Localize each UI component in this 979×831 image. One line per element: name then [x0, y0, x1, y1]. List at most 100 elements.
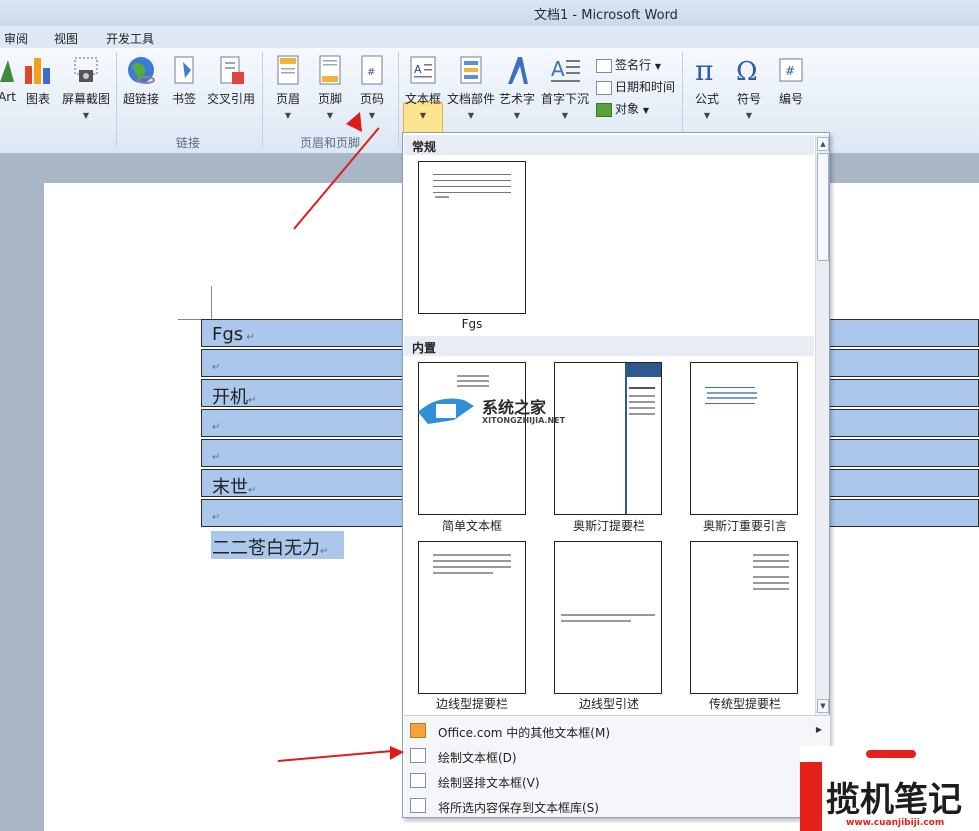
crossref-icon [220, 56, 244, 84]
datetime-button[interactable]: 日期和时间 [596, 78, 675, 96]
signature-dropdown-icon: ▼ [654, 62, 661, 71]
gallery-scrollbar[interactable]: ▲ ▼ [815, 135, 829, 715]
number-button[interactable]: # 编号 [772, 54, 810, 134]
header-button[interactable]: 页眉 ▼ [270, 54, 306, 134]
crossref-button[interactable]: 交叉引用 [204, 54, 258, 134]
gallery-thumb-edge-quote[interactable] [554, 541, 662, 694]
thumb-sidebar [625, 363, 661, 514]
thumb-text [433, 554, 511, 556]
gallery-thumb-edge-sidebar[interactable] [418, 541, 526, 694]
gallery-thumb-austin-sidebar[interactable] [554, 362, 662, 515]
symbol-button[interactable]: Ω 符号 ▼ [730, 54, 768, 134]
paragraph-text[interactable]: 二二苍白无力↵ [212, 534, 328, 560]
thumb-text [629, 401, 655, 403]
hyperlink-label: 超链接 [122, 92, 159, 106]
gallery-thumb-fgs[interactable] [418, 161, 526, 314]
wordart-label: 艺术字 [498, 92, 535, 106]
gallery-label-edge-sidebar: 边线型提要栏 [435, 697, 508, 711]
table-cell[interactable]: ↵ [212, 354, 220, 375]
scroll-up-icon[interactable]: ▲ [817, 137, 829, 151]
gallery-label-traditional-sidebar: 传统型提要栏 [708, 697, 781, 711]
thumb-text [707, 397, 757, 399]
gallery-label-edge-quote: 边线型引述 [578, 697, 639, 711]
thumb-line [433, 186, 511, 187]
menu-item-save-selection[interactable]: 将所选内容保存到文本框库(S) [404, 794, 830, 818]
scroll-down-icon[interactable]: ▼ [817, 699, 829, 713]
thumb-text [457, 380, 489, 382]
number-label: 编号 [778, 92, 803, 106]
bookmark-button[interactable]: 书签 [166, 54, 202, 134]
thumb-line [433, 174, 511, 175]
footer-label: 页脚 [317, 92, 342, 106]
watermark-site-url: XITONGZHIJIA.NET [482, 416, 566, 425]
thumb-text [457, 385, 489, 387]
gallery-menu: Office.com 中的其他文本框(M) ▶ 绘制文本框(D) 绘制竖排文本框… [404, 715, 830, 817]
equation-button[interactable]: π 公式 ▼ [688, 54, 726, 134]
thumb-text [707, 392, 757, 394]
table-cell[interactable]: 末世↵ [212, 473, 256, 499]
thumb-text [561, 620, 631, 622]
table-cell[interactable]: ↵ [212, 414, 220, 435]
screenshot-dropdown-icon: ▼ [82, 111, 90, 120]
bookmark-icon [174, 56, 194, 84]
screenshot-icon [74, 57, 98, 82]
quickparts-icon [460, 56, 482, 84]
thumb-text [433, 572, 493, 574]
gallery-thumb-traditional-sidebar[interactable] [690, 541, 798, 694]
dropcap-dropdown-icon: ▼ [561, 111, 569, 120]
gallery-section-builtin: 内置 [404, 336, 814, 356]
tab-view[interactable]: 视图 [54, 30, 78, 47]
menu-item-label: Office.com 中的其他文本框(M) [438, 726, 611, 740]
menu-item-label: 绘制文本框(D) [438, 751, 517, 765]
table-cell[interactable]: 开机↵ [212, 383, 256, 409]
textbox-dropdown-icon: ▼ [419, 111, 427, 120]
menu-item-office-more[interactable]: Office.com 中的其他文本框(M) ▶ [404, 719, 830, 743]
chart-label: 图表 [25, 92, 50, 106]
wordart-dropdown-icon: ▼ [513, 111, 521, 120]
screenshot-button[interactable]: 屏幕截图 ▼ [58, 54, 114, 134]
brand-bar [800, 762, 822, 831]
draw-textbox-icon [410, 748, 426, 763]
separator [398, 52, 399, 148]
quickparts-button[interactable]: 文档部件 ▼ [446, 54, 496, 134]
chart-button[interactable]: 图表 [22, 54, 54, 134]
thumb-text [629, 395, 655, 397]
dropcap-icon: A [551, 57, 580, 82]
thumb-text [753, 588, 789, 590]
thumb-line [705, 387, 755, 388]
signature-line-button[interactable]: 签名行 ▼ [596, 56, 661, 74]
tab-review[interactable]: 审阅 [4, 30, 28, 47]
object-button[interactable]: 对象 ▼ [596, 100, 649, 118]
table-cell[interactable]: Fgs ↵ [212, 324, 255, 345]
smartart-button[interactable]: Art [0, 54, 18, 134]
hyperlink-button[interactable]: 超链接 [120, 54, 162, 134]
gallery-thumb-austin-quote[interactable] [690, 362, 798, 515]
tab-developer[interactable]: 开发工具 [106, 30, 154, 47]
table-cell[interactable]: ↵ [212, 504, 220, 525]
wordart-icon [508, 57, 528, 84]
crossref-label: 交叉引用 [206, 92, 255, 106]
submenu-arrow-icon: ▶ [815, 725, 822, 734]
menu-item-label: 绘制竖排文本框(V) [438, 776, 540, 790]
wordart-button[interactable]: 艺术字 ▼ [498, 54, 536, 134]
dropcap-button[interactable]: A 首字下沉 ▼ [540, 54, 590, 134]
gallery-thumb-simple[interactable] [418, 362, 526, 515]
object-icon [596, 102, 612, 117]
svg-text:A: A [414, 63, 422, 76]
menu-item-draw-textbox[interactable]: 绘制文本框(D) [404, 744, 830, 768]
datetime-label: 日期和时间 [615, 80, 676, 94]
textbox-button[interactable]: A 文本框 ▼ [402, 54, 444, 134]
thumb-line [433, 192, 511, 193]
gallery-label-fgs: Fgs [461, 317, 483, 331]
scroll-thumb[interactable] [817, 153, 829, 261]
svg-text:Ω: Ω [736, 57, 758, 87]
menu-item-draw-vertical-textbox[interactable]: 绘制竖排文本框(V) [404, 769, 830, 793]
save-to-gallery-icon [410, 798, 426, 813]
svg-text:#: # [785, 64, 795, 78]
equation-dropdown-icon: ▼ [703, 111, 711, 120]
thumb-line [705, 403, 755, 404]
thumb-text [753, 576, 789, 578]
table-cell[interactable]: ↵ [212, 444, 220, 465]
annotation-arrowhead-icon [346, 112, 362, 132]
ribbon-tabs: 审阅 视图 开发工具 [0, 26, 979, 48]
